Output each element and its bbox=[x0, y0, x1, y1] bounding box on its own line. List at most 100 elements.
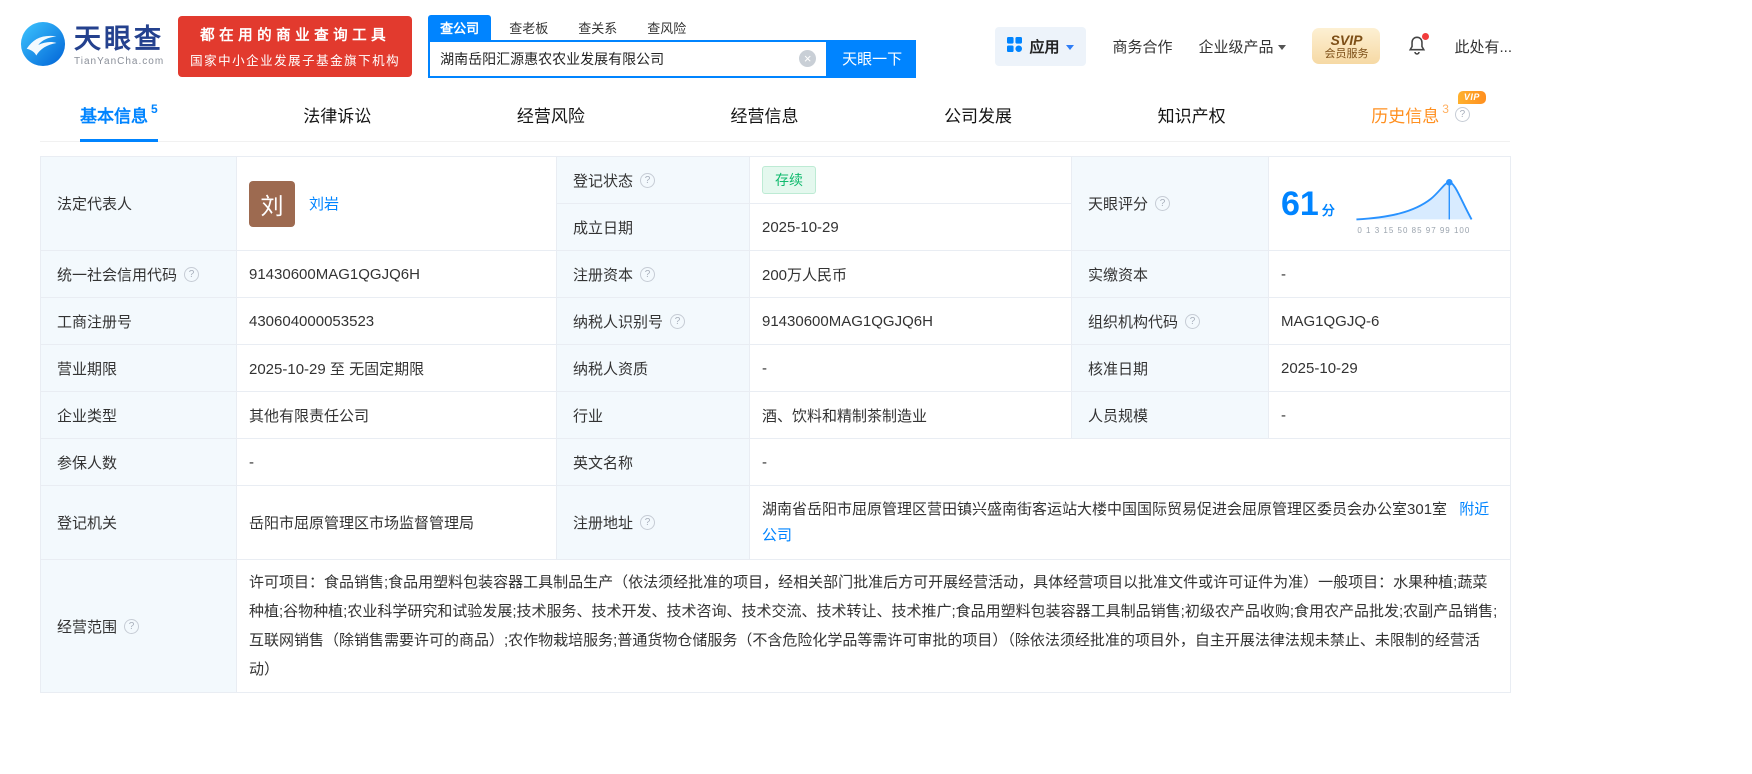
english-name-label-cell: 英文名称 bbox=[556, 438, 750, 486]
search-tab-company[interactable]: 查公司 bbox=[428, 14, 492, 41]
search-box bbox=[428, 39, 829, 78]
tab-operating-risk-label: 经营风险 bbox=[516, 107, 585, 126]
reg-capital-label-cell: 注册资本 bbox=[556, 250, 750, 298]
tab-operating-info[interactable]: 经营信息 bbox=[730, 88, 798, 141]
score-axis-ticks: 0 1 3 15 50 85 97 99 100 bbox=[1357, 225, 1471, 235]
reg-no-label: 工商注册号 bbox=[57, 313, 133, 331]
logo-title: 天眼查 bbox=[74, 23, 164, 54]
help-icon[interactable] bbox=[670, 313, 686, 329]
reg-capital-value-cell: 200万人民币 bbox=[749, 250, 1072, 298]
notification-bell-icon[interactable] bbox=[1406, 33, 1430, 58]
tab-history-info[interactable]: VIP 历史信息 3 bbox=[1371, 88, 1486, 141]
table-row: 法定代表人 刘 刘岩 登记状态 存续 天眼评分 61分 bbox=[40, 156, 1511, 251]
business-term-label-cell: 营业期限 bbox=[40, 344, 237, 392]
tab-intellectual-property[interactable]: 知识产权 bbox=[1158, 88, 1226, 141]
approved-date-label-cell: 核准日期 bbox=[1071, 344, 1269, 392]
tab-history-info-count: 3 bbox=[1442, 101, 1449, 116]
address-value-cell: 湖南省岳阳市屈原管理区营田镇兴盛南街客运站大楼中国国际贸易促进会屈原管理区委员会… bbox=[749, 485, 1511, 560]
reg-capital-label: 注册资本 bbox=[573, 266, 634, 284]
credit-code-label: 统一社会信用代码 bbox=[57, 266, 178, 284]
search-input[interactable] bbox=[430, 50, 800, 67]
org-code-value-cell: MAG1QGJQ-6 bbox=[1268, 297, 1511, 345]
help-icon[interactable] bbox=[640, 266, 656, 282]
english-name-value-cell: - bbox=[749, 438, 1511, 486]
tab-basic-info[interactable]: 基本信息 5 bbox=[80, 88, 158, 142]
help-icon[interactable] bbox=[124, 618, 140, 634]
taxpayer-qualification-label-cell: 纳税人资质 bbox=[556, 344, 750, 392]
credit-code-label-cell: 统一社会信用代码 bbox=[40, 250, 237, 298]
nav-cooperation[interactable]: 商务合作 bbox=[1112, 36, 1172, 57]
taxpayer-qualification-value-cell: - bbox=[749, 344, 1072, 392]
search-tab-boss[interactable]: 查老板 bbox=[497, 15, 560, 41]
chevron-down-icon bbox=[1278, 44, 1287, 50]
tab-operating-info-label: 经营信息 bbox=[730, 107, 799, 126]
business-scope-value-cell: 许可项目：食品销售;食品用塑料包装容器工具制品生产（依法须经批准的项目，经相关部… bbox=[236, 559, 1511, 693]
industry-label-cell: 行业 bbox=[556, 391, 750, 439]
avatar: 刘 bbox=[249, 180, 295, 227]
score-number: 61 bbox=[1281, 184, 1319, 223]
staff-size-label: 人员规模 bbox=[1088, 407, 1149, 425]
tab-intellectual-property-label: 知识产权 bbox=[1157, 107, 1226, 126]
help-icon[interactable] bbox=[184, 266, 200, 282]
chevron-down-icon bbox=[1066, 44, 1075, 50]
logo-subtitle: TianYanCha.com bbox=[74, 56, 165, 68]
reg-status-label-cell: 登记状态 bbox=[556, 156, 750, 204]
score-value-cell: 61 分 0 1 3 15 50 85 97 99 100 bbox=[1268, 156, 1511, 251]
approved-date-value-cell: 2025-10-29 bbox=[1268, 344, 1511, 392]
score-label-cell: 天眼评分 bbox=[1071, 156, 1269, 251]
staff-size-value-cell: - bbox=[1268, 391, 1511, 439]
insured-count-value-cell: - bbox=[236, 438, 557, 486]
company-type-label-cell: 企业类型 bbox=[40, 391, 237, 439]
tab-legal-proceedings[interactable]: 法律诉讼 bbox=[303, 88, 371, 141]
address-label-cell: 注册地址 bbox=[556, 485, 750, 560]
apps-menu[interactable]: 应用 bbox=[995, 26, 1087, 66]
table-row: 企业类型 其他有限责任公司 行业 酒、饮料和精制茶制造业 人员规模 - bbox=[40, 391, 1511, 439]
tab-basic-info-label: 基本信息 bbox=[80, 107, 148, 126]
org-code-label: 组织机构代码 bbox=[1088, 313, 1179, 331]
staff-size-label-cell: 人员规模 bbox=[1071, 391, 1269, 439]
tianyancha-logo[interactable]: 天眼查 TianYanCha.com bbox=[20, 21, 164, 72]
help-icon[interactable] bbox=[1454, 107, 1470, 122]
tab-operating-risk[interactable]: 经营风险 bbox=[517, 88, 585, 141]
legal-rep-name-link[interactable]: 刘岩 bbox=[309, 193, 339, 214]
help-icon[interactable] bbox=[640, 172, 656, 188]
help-icon[interactable] bbox=[640, 515, 656, 530]
account-menu[interactable]: 此处有... bbox=[1454, 36, 1512, 57]
vip-flag-badge: VIP bbox=[1457, 91, 1486, 104]
search-area: 查公司 查老板 查关系 查风险 天眼一下 bbox=[428, 14, 917, 78]
business-scope-label: 经营范围 bbox=[57, 618, 118, 636]
site-header: 天眼查 TianYanCha.com 都在用的商业查询工具 国家中小企业发展子基… bbox=[0, 0, 1752, 88]
address-label: 注册地址 bbox=[573, 515, 634, 532]
taxpayer-id-label-cell: 纳税人识别号 bbox=[556, 297, 750, 345]
establish-date-label: 成立日期 bbox=[573, 219, 634, 237]
legal-rep-label: 法定代表人 bbox=[57, 196, 133, 213]
score-unit: 分 bbox=[1321, 202, 1335, 218]
apps-grid-icon bbox=[1007, 36, 1023, 56]
reg-authority-value-cell: 岳阳市屈原管理区市场监督管理局 bbox=[236, 485, 557, 560]
paid-capital-label-cell: 实缴资本 bbox=[1071, 250, 1269, 298]
nav-enterprise[interactable]: 企业级产品 bbox=[1198, 36, 1287, 57]
svip-label: SVIP bbox=[1330, 31, 1363, 48]
tab-company-development[interactable]: 公司发展 bbox=[944, 88, 1012, 141]
business-scope-label-cell: 经营范围 bbox=[40, 559, 237, 693]
search-button[interactable]: 天眼一下 bbox=[828, 39, 917, 78]
help-icon[interactable] bbox=[1185, 313, 1201, 329]
establish-date-value-cell: 2025-10-29 bbox=[749, 203, 1072, 251]
business-term-label: 营业期限 bbox=[57, 360, 118, 378]
clear-search-icon[interactable] bbox=[799, 50, 817, 67]
apps-label: 应用 bbox=[1029, 38, 1060, 56]
help-icon[interactable] bbox=[1155, 196, 1171, 211]
tab-basic-info-count: 5 bbox=[151, 101, 158, 116]
industry-label: 行业 bbox=[573, 407, 604, 425]
score-chart: 0 1 3 15 50 85 97 99 100 bbox=[1351, 173, 1477, 235]
legal-rep-value-cell: 刘 刘岩 bbox=[236, 156, 557, 251]
search-tab-relation[interactable]: 查关系 bbox=[566, 15, 629, 41]
table-row: 营业期限 2025-10-29 至 无固定期限 纳税人资质 - 核准日期 202… bbox=[40, 344, 1511, 392]
insured-count-label: 参保人数 bbox=[57, 454, 118, 472]
section-tabbar: 基本信息 5 法律诉讼 经营风险 经营信息 公司发展 知识产权 VIP 历史信息… bbox=[40, 88, 1510, 142]
search-tab-risk[interactable]: 查风险 bbox=[635, 15, 698, 41]
table-row: 工商注册号 430604000053523 纳税人识别号 91430600MAG… bbox=[40, 297, 1511, 345]
english-name-label: 英文名称 bbox=[573, 454, 634, 472]
svip-member-button[interactable]: SVIP 会员服务 bbox=[1312, 27, 1381, 65]
tianyancha-logo-icon bbox=[20, 21, 66, 72]
